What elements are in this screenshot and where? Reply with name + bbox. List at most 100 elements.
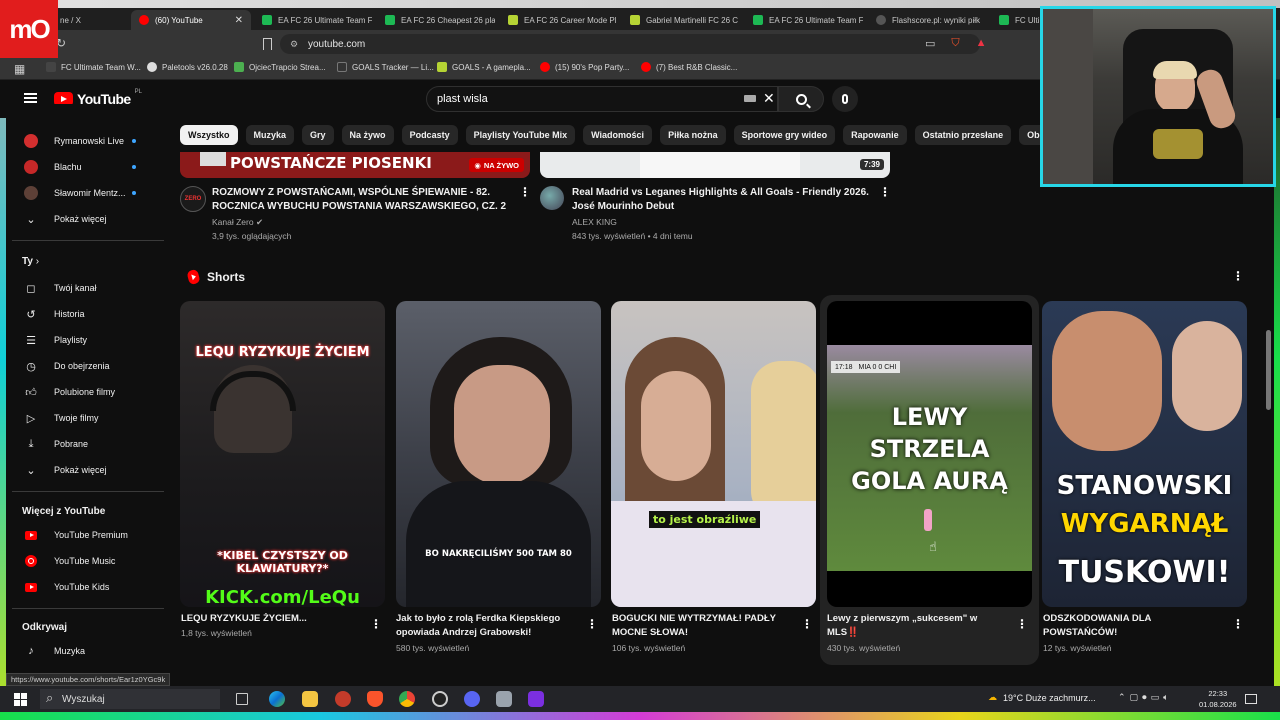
video-channel[interactable]: Kanał Zero ✔ <box>212 217 263 228</box>
chip-rap[interactable]: Rapowanie <box>843 125 907 145</box>
bookmark-item[interactable]: OjciecTrapcio Strea... <box>234 62 326 72</box>
system-tray[interactable]: ⌃▢⏺▭🔈︎ <box>1118 692 1173 703</box>
sidebar-item-yt-kids[interactable]: YouTube Kids <box>6 574 156 600</box>
discord-icon[interactable] <box>464 691 480 707</box>
channel-avatar-alex-king[interactable] <box>540 186 564 210</box>
video-editor-icon[interactable] <box>528 691 544 707</box>
chrome-icon[interactable] <box>399 691 415 707</box>
channel-avatar-kanal-zero[interactable]: ZERO <box>180 186 206 212</box>
tab-futbin-3[interactable]: EA FC 26 Ultimate Team F <box>753 10 863 30</box>
app-icon[interactable] <box>496 691 512 707</box>
sidebar-item-watch-later[interactable]: ◷ Do obejrzenia <box>6 353 156 379</box>
short-thumbnail[interactable]: 17:18 MIA 0 0 CHI LEWY STRZELA GOLA AURĄ <box>827 301 1032 607</box>
chip-mix[interactable]: Playlisty YouTube Mix <box>465 125 576 145</box>
bookmark-item[interactable]: (15) 90's Pop Party... <box>540 62 629 72</box>
bookmark-item[interactable]: (7) Best R&B Classic... <box>641 62 737 72</box>
sidebar-item-your-channel[interactable]: ◻ Twój kanał <box>6 275 156 301</box>
brave-shield-icon[interactable]: ⛉ <box>951 37 959 50</box>
sidebar-you-heading[interactable]: Ty › <box>22 256 39 267</box>
more-options-icon[interactable]: ⋮ <box>519 186 531 198</box>
chip-all[interactable]: Wszystko <box>180 125 238 145</box>
network-icon[interactable]: ▭ <box>1151 692 1164 702</box>
short-thumbnail[interactable]: BO NAKRĘCILIŚMY 500 TAM 80 <box>396 301 601 607</box>
bookmark-icon[interactable] <box>263 38 272 50</box>
weather-widget[interactable]: ☁ 19°C Duże zachmurz... <box>988 692 1096 703</box>
tab-martinelli[interactable]: Gabriel Martinelli FC 26 C <box>630 10 740 30</box>
notification-icon[interactable] <box>1245 694 1257 704</box>
edge-icon[interactable] <box>269 691 285 707</box>
site-settings-icon[interactable]: ⚙ <box>290 39 298 50</box>
menu-icon[interactable] <box>24 93 37 103</box>
tab-career[interactable]: EA FC 26 Career Mode Pl <box>508 10 618 30</box>
voice-search-button[interactable] <box>832 86 858 112</box>
chip-live[interactable]: Na żywo <box>341 125 394 145</box>
chip-podcasts[interactable]: Podcasty <box>401 125 458 145</box>
keyboard-icon[interactable] <box>744 95 756 102</box>
bookmark-item[interactable]: FC Ultimate Team W... <box>46 62 141 72</box>
sidebar-item-playlists[interactable]: ☰ Playlisty <box>6 327 156 353</box>
more-options-icon[interactable]: ⋮ <box>801 618 813 630</box>
close-tab-icon[interactable]: ✕ <box>235 15 243 26</box>
bookmark-item[interactable]: Paletools v26.0.28 <box>147 62 228 72</box>
sidebar-item-yt-music[interactable]: YouTube Music <box>6 548 156 574</box>
short-title[interactable]: ODSZKODOWANIA DLA POWSTAŃCÓW! <box>1043 612 1223 640</box>
video-channel[interactable]: ALEX KING <box>572 217 617 227</box>
mic-tray-icon[interactable]: ⏺ <box>1142 692 1151 702</box>
windows-start-icon[interactable] <box>14 693 27 706</box>
more-options-icon[interactable]: ⋮ <box>1232 618 1244 630</box>
sidebar-item-liked[interactable]: 👍︎ Polubione filmy <box>6 379 156 405</box>
search-button[interactable] <box>778 86 824 112</box>
bookmark-item[interactable]: GOALS - A gamepla... <box>437 62 531 72</box>
sidebar-item-downloads[interactable]: ⤓ Pobrane <box>6 431 156 457</box>
sidebar-show-more[interactable]: ⌄ Pokaż więcej <box>6 206 156 232</box>
sidebar-sub-blachu[interactable]: Blachu <box>6 154 156 180</box>
tab-futbin-1[interactable]: EA FC 26 Ultimate Team F <box>262 10 372 30</box>
sidebar-sub-mentzen[interactable]: Sławomir Mentz... <box>6 180 156 206</box>
short-title[interactable]: LEQU RYZYKUJE ŻYCIEM... <box>181 612 361 626</box>
video-thumbnail[interactable]: 7:39 <box>540 152 890 178</box>
more-options-icon[interactable]: ⋮ <box>586 618 598 630</box>
tab-flashscore[interactable]: Flashscore.pl: wyniki piłk <box>876 10 986 30</box>
task-view-icon[interactable] <box>236 693 248 705</box>
page-scrollbar[interactable] <box>1266 330 1271 410</box>
tab-fc-ultimate[interactable]: FC Ultim <box>999 10 1039 30</box>
tray-app-icon[interactable]: ▢ <box>1130 692 1143 702</box>
apps-grid-icon[interactable]: ▦ <box>14 62 25 76</box>
short-thumbnail[interactable]: LEQU RYZYKUJE ŻYCIEM *KIBEL CZYSTSZY OD … <box>180 301 385 607</box>
bookmark-item[interactable]: GOALS Tracker — Li... <box>337 62 434 72</box>
short-title[interactable]: BOGUCKI NIE WYTRZYMAŁ! PADŁY MOCNE SŁOWA… <box>612 612 792 640</box>
chip-games[interactable]: Gry <box>302 125 334 145</box>
taskbar-search[interactable]: Wyszukaj <box>40 689 220 709</box>
address-field[interactable]: ⚙ youtube.com <box>280 34 980 54</box>
chip-sports-games[interactable]: Sportowe gry wideo <box>733 125 836 145</box>
short-thumbnail[interactable]: STANOWSKI WYGARNĄŁ TUSKOWI! <box>1042 301 1247 607</box>
video-title[interactable]: Real Madrid vs Leganes Highlights & All … <box>572 186 872 214</box>
volume-icon[interactable]: 🔈︎ <box>1163 692 1172 702</box>
tray-chevron-icon[interactable]: ⌃ <box>1118 692 1130 702</box>
chip-football[interactable]: Piłka nożna <box>660 125 726 145</box>
sidebar-item-music[interactable]: ♪ Muzyka <box>6 638 156 664</box>
more-options-icon[interactable]: ⋮ <box>370 618 382 630</box>
short-title[interactable]: Jak to było z rolą Ferdka Kiepskiego opo… <box>396 612 576 640</box>
cast-icon[interactable]: ▭ <box>925 37 935 50</box>
video-thumbnail[interactable]: POWSTAŃCZE PIOSENKI ◉ NA ŻYWO <box>180 152 530 178</box>
more-options-icon[interactable]: ⋮ <box>879 186 891 198</box>
sidebar-show-more-2[interactable]: ⌄ Pokaż więcej <box>6 457 156 483</box>
xbox-icon[interactable] <box>432 691 448 707</box>
sidebar-item-your-videos[interactable]: ▷ Twoje filmy <box>6 405 156 431</box>
brave-rewards-icon[interactable]: ▲ <box>976 37 987 50</box>
tab-x[interactable]: ne / X <box>60 10 130 30</box>
shorts-more-icon[interactable]: ⋮ <box>1232 270 1244 282</box>
short-thumbnail[interactable]: to jest obraźliwe <box>611 301 816 607</box>
short-title[interactable]: Lewy z pierwszym „sukcesem" w MLS‼️ <box>827 612 1007 640</box>
tab-futbin-2[interactable]: EA FC 26 Cheapest 26 pla <box>385 10 495 30</box>
video-title[interactable]: ROZMOWY Z POWSTAŃCAMI, WSPÓLNE ŚPIEWANIE… <box>212 186 508 214</box>
file-explorer-icon[interactable] <box>302 691 318 707</box>
chip-news[interactable]: Wiadomości <box>583 125 653 145</box>
search-input[interactable]: plast wisla <box>426 86 778 112</box>
recording-app-icon[interactable] <box>335 691 351 707</box>
brave-icon[interactable] <box>367 691 383 707</box>
sidebar-item-history[interactable]: ↺ Historia <box>6 301 156 327</box>
sidebar-sub-rymanowski[interactable]: Rymanowski Live <box>6 128 156 154</box>
chip-recent[interactable]: Ostatnio przesłane <box>914 125 1012 145</box>
